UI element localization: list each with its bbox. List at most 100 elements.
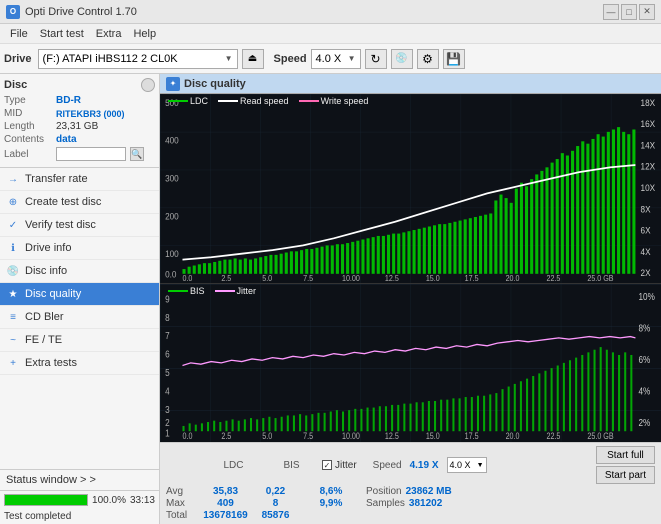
cd-bler-icon: ≡ xyxy=(6,310,20,324)
window-controls: — □ ✕ xyxy=(603,4,655,20)
sidebar: Disc Type BD-R MID RITEKBR3 (000) Length… xyxy=(0,74,160,524)
verify-test-disc-icon: ✓ xyxy=(6,218,20,232)
time-text: 33:13 xyxy=(130,495,155,506)
svg-text:0.0: 0.0 xyxy=(182,432,192,442)
speed-selector[interactable]: 4.0 X ▼ xyxy=(311,49,361,69)
sidebar-item-disc-info[interactable]: 💿 Disc info xyxy=(0,260,159,283)
jitter-legend-label: Jitter xyxy=(237,286,257,296)
extra-tests-icon: + xyxy=(6,356,20,370)
speed-label: Speed xyxy=(373,460,402,471)
svg-text:20.0: 20.0 xyxy=(506,432,520,442)
status-text: Test completed xyxy=(0,509,159,524)
ldc-max: 409 xyxy=(217,498,234,509)
svg-text:7.5: 7.5 xyxy=(303,432,313,442)
disc-contents-label: Contents xyxy=(4,134,52,145)
jitter-checkbox-row: ✓ Jitter xyxy=(322,460,357,471)
save-button[interactable]: 💾 xyxy=(443,49,465,69)
menu-file[interactable]: File xyxy=(4,27,34,41)
svg-text:2%: 2% xyxy=(639,416,651,428)
progress-bar-inner xyxy=(5,495,87,505)
close-button[interactable]: ✕ xyxy=(639,4,655,20)
bis-values: 0,22 8 85876 xyxy=(253,486,298,521)
disc-mid-row: MID RITEKBR3 (000) xyxy=(4,108,155,119)
bis-legend: BIS xyxy=(168,286,205,296)
disc-quality-icon: ★ xyxy=(6,287,20,301)
nav-label-transfer-rate: Transfer rate xyxy=(25,173,88,185)
speed-value: 4.19 X xyxy=(410,460,439,471)
jitter-checkbox[interactable]: ✓ xyxy=(322,460,332,470)
svg-text:8X: 8X xyxy=(641,204,651,215)
bottom-chart-wrapper: BIS Jitter 9 8 7 6 5 4 xyxy=(160,284,661,442)
disc-icon-button[interactable]: 💿 xyxy=(391,49,413,69)
bis-color xyxy=(168,290,188,292)
speed-info: Speed 4.19 X 4.0 X ▼ xyxy=(373,457,487,473)
svg-text:22.5: 22.5 xyxy=(546,432,560,442)
svg-text:18X: 18X xyxy=(641,97,656,108)
svg-text:6: 6 xyxy=(165,348,170,360)
menu-extra[interactable]: Extra xyxy=(90,27,128,41)
speed-target-selector[interactable]: 4.0 X ▼ xyxy=(447,457,487,473)
disc-label-button[interactable]: 🔍 xyxy=(130,147,144,161)
start-part-button[interactable]: Start part xyxy=(596,466,655,484)
svg-text:6%: 6% xyxy=(639,353,651,365)
progress-bar-outer xyxy=(4,494,88,506)
stats-data: Avg Max Total 35,83 409 13678169 0,22 8 … xyxy=(166,486,655,521)
eject-button[interactable]: ⏏ xyxy=(242,49,264,69)
ldc-values: 35,83 409 13678169 xyxy=(198,486,253,521)
sidebar-item-fe-te[interactable]: ~ FE / TE xyxy=(0,329,159,352)
app-title: Opti Drive Control 1.70 xyxy=(25,6,137,18)
svg-text:8: 8 xyxy=(165,311,170,323)
jitter-values: 8,6% 9,9% xyxy=(306,486,356,510)
svg-text:14X: 14X xyxy=(641,140,656,151)
menu-start-test[interactable]: Start test xyxy=(34,27,90,41)
sidebar-item-verify-test-disc[interactable]: ✓ Verify test disc xyxy=(0,214,159,237)
disc-length-value: 23,31 GB xyxy=(56,121,98,132)
sidebar-item-transfer-rate[interactable]: → Transfer rate xyxy=(0,168,159,191)
drive-dropdown-icon: ▼ xyxy=(225,54,233,63)
maximize-button[interactable]: □ xyxy=(621,4,637,20)
disc-contents-row: Contents data xyxy=(4,134,155,145)
drive-selector[interactable]: (F:) ATAPI iHBS112 2 CL0K ▼ xyxy=(38,49,238,69)
status-window-button[interactable]: Status window > > xyxy=(0,470,159,491)
settings-button[interactable]: ⚙ xyxy=(417,49,439,69)
disc-type-row: Type BD-R xyxy=(4,95,155,106)
nav-label-create-test-disc: Create test disc xyxy=(25,196,101,208)
top-chart-legend: LDC Read speed Write speed xyxy=(168,96,368,106)
svg-text:12.5: 12.5 xyxy=(385,432,399,442)
sidebar-item-drive-info[interactable]: ℹ Drive info xyxy=(0,237,159,260)
content-area: ✦ Disc quality LDC Read speed xyxy=(160,74,661,524)
disc-quality-panel-icon: ✦ xyxy=(166,77,180,91)
disc-type-label: Type xyxy=(4,95,52,106)
svg-text:0.0: 0.0 xyxy=(165,269,176,280)
samples-label: Samples xyxy=(366,498,405,509)
samples-value: 381202 xyxy=(409,498,442,509)
minimize-button[interactable]: — xyxy=(603,4,619,20)
sidebar-item-cd-bler[interactable]: ≡ CD Bler xyxy=(0,306,159,329)
fe-te-icon: ~ xyxy=(6,333,20,347)
bottom-stats: LDC BIS ✓ Jitter Speed 4.19 X 4.0 X ▼ xyxy=(160,442,661,524)
sidebar-item-create-test-disc[interactable]: ⊕ Create test disc xyxy=(0,191,159,214)
disc-title: Disc xyxy=(4,79,27,91)
jitter-label: Jitter xyxy=(335,460,357,471)
bis-max: 8 xyxy=(273,498,279,509)
position-row: Position 23862 MB xyxy=(366,486,452,497)
disc-label-input[interactable] xyxy=(56,147,126,161)
ldc-color xyxy=(168,100,188,102)
create-test-disc-icon: ⊕ xyxy=(6,195,20,209)
svg-text:10.00: 10.00 xyxy=(342,273,360,283)
menu-help[interactable]: Help xyxy=(127,27,162,41)
start-full-button[interactable]: Start full xyxy=(596,446,655,464)
sidebar-item-extra-tests[interactable]: + Extra tests xyxy=(0,352,159,375)
refresh-button[interactable]: ↻ xyxy=(365,49,387,69)
avg-label: Avg xyxy=(166,486,198,497)
charts-container: LDC Read speed Write speed xyxy=(160,94,661,442)
nav-label-drive-info: Drive info xyxy=(25,242,71,254)
sidebar-item-disc-quality[interactable]: ★ Disc quality xyxy=(0,283,159,306)
svg-text:17.5: 17.5 xyxy=(465,432,479,442)
svg-text:22.5: 22.5 xyxy=(546,273,560,283)
read-speed-color xyxy=(218,100,238,102)
svg-text:15.0: 15.0 xyxy=(426,273,440,283)
svg-text:0.0: 0.0 xyxy=(182,273,192,283)
stats-row-labels: Avg Max Total xyxy=(166,486,198,521)
disc-quality-title: Disc quality xyxy=(184,78,246,90)
